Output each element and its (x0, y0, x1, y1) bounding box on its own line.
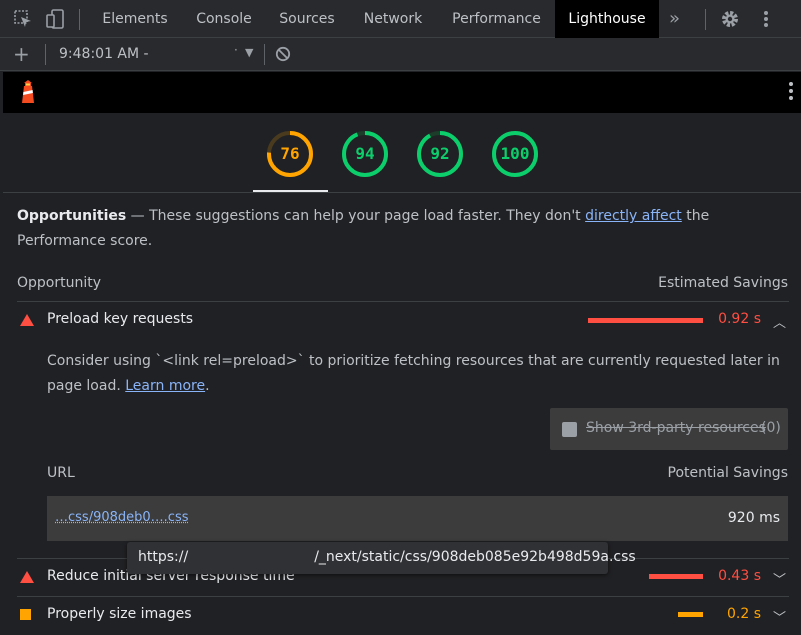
desc-text-end: . (205, 378, 210, 394)
resource-url[interactable]: …css/908deb0….css (55, 510, 189, 525)
tab-console[interactable]: Console (181, 0, 267, 38)
device-toggle-icon[interactable] (46, 9, 66, 29)
clear-icon[interactable] (275, 46, 291, 62)
third-party-count: (0) (761, 420, 781, 436)
tooltip-prefix: https:// (138, 549, 189, 565)
tooltip-path: /_next/static/css/908deb085e92b498d59a.c… (314, 549, 636, 565)
learn-more-link[interactable]: Learn more (125, 378, 205, 394)
audit-title: Preload key requests (47, 311, 194, 327)
resource-savings: 920 ms (727, 510, 780, 526)
gauge-performance[interactable]: 76 (266, 130, 314, 178)
selected-gauge-indicator (253, 190, 328, 192)
plus-icon[interactable]: + (13, 42, 30, 66)
savings-bar (588, 318, 703, 323)
tooltip-text: https:// /_next/static/css/908deb085e92b4… (138, 549, 636, 565)
savings-bar (649, 574, 703, 579)
tab-elements[interactable]: Elements (89, 0, 181, 38)
opportunities-heading: Opportunities (17, 208, 127, 224)
third-party-filter[interactable]: Show 3rd-party resources (0) (550, 408, 788, 450)
gauge-score: 76 (280, 144, 300, 163)
gauge-score: 94 (355, 144, 375, 163)
savings-bar (678, 612, 703, 617)
score-gauges: 76 94 92 100 (3, 113, 801, 193)
lighthouse-logo-icon (22, 80, 34, 103)
audit-savings: 0.92 s (718, 311, 761, 327)
opportunities-section: Opportunities — These suggestions can he… (3, 194, 801, 635)
column-estimated-savings: Estimated Savings (658, 275, 788, 291)
directly-affect-link[interactable]: directly affect (585, 208, 682, 224)
lighthouse-toolbar: + 9:48:01 AM - · ▼ (0, 38, 801, 71)
gauge-score: 92 (430, 144, 450, 163)
intro-text: — These suggestions can help your page l… (126, 208, 586, 224)
third-party-checkbox[interactable] (562, 422, 577, 437)
potential-savings-header: Potential Savings (667, 465, 788, 481)
warn-square-icon (20, 609, 31, 620)
audit-savings: 0.43 s (718, 568, 761, 584)
gauge-accessibility[interactable]: 94 (341, 130, 389, 178)
url-tooltip: https:// /_next/static/css/908deb085e92b4… (127, 542, 636, 574)
more-tabs-button[interactable]: » (669, 0, 680, 38)
devtools-tab-bar: Elements Console Sources Network Perform… (0, 0, 801, 38)
url-column-header: URL (47, 465, 75, 481)
audit-savings: 0.2 s (726, 606, 761, 622)
chevron-down-icon[interactable]: ﹀ (773, 569, 786, 588)
tab-lighthouse[interactable]: Lighthouse (555, 0, 659, 38)
kebab-menu-icon[interactable] (756, 9, 776, 29)
chevron-down-icon[interactable]: ▼ (245, 46, 253, 59)
gauge-seo[interactable]: 100 (491, 130, 539, 178)
chevron-down-icon[interactable]: ﹀ (773, 607, 786, 626)
opportunities-intro: Opportunities — These suggestions can he… (17, 204, 787, 254)
report-selector-mark: · (234, 43, 238, 57)
fail-triangle-icon (20, 314, 34, 326)
third-party-label: Show 3rd-party resources (586, 420, 766, 436)
report-menu-icon[interactable] (789, 82, 793, 103)
chevron-up-icon[interactable]: ︿ (773, 312, 786, 331)
tab-sources[interactable]: Sources (267, 0, 347, 38)
gear-icon[interactable] (720, 9, 740, 29)
gauge-score: 100 (500, 144, 530, 163)
audit-title: Properly size images (47, 606, 192, 622)
column-opportunity: Opportunity (17, 275, 102, 291)
tab-network[interactable]: Network (347, 0, 439, 38)
table-row: …css/908deb0….css 920 ms (47, 496, 788, 541)
gauge-best-practices[interactable]: 92 (416, 130, 464, 178)
tab-performance[interactable]: Performance (439, 0, 554, 38)
fail-triangle-icon (20, 571, 34, 583)
lighthouse-header (3, 72, 801, 113)
report-selector[interactable]: 9:48:01 AM - (59, 46, 149, 62)
inspect-icon[interactable] (13, 9, 33, 29)
audit-description: Consider using `<link rel=preload>` to p… (47, 349, 787, 399)
